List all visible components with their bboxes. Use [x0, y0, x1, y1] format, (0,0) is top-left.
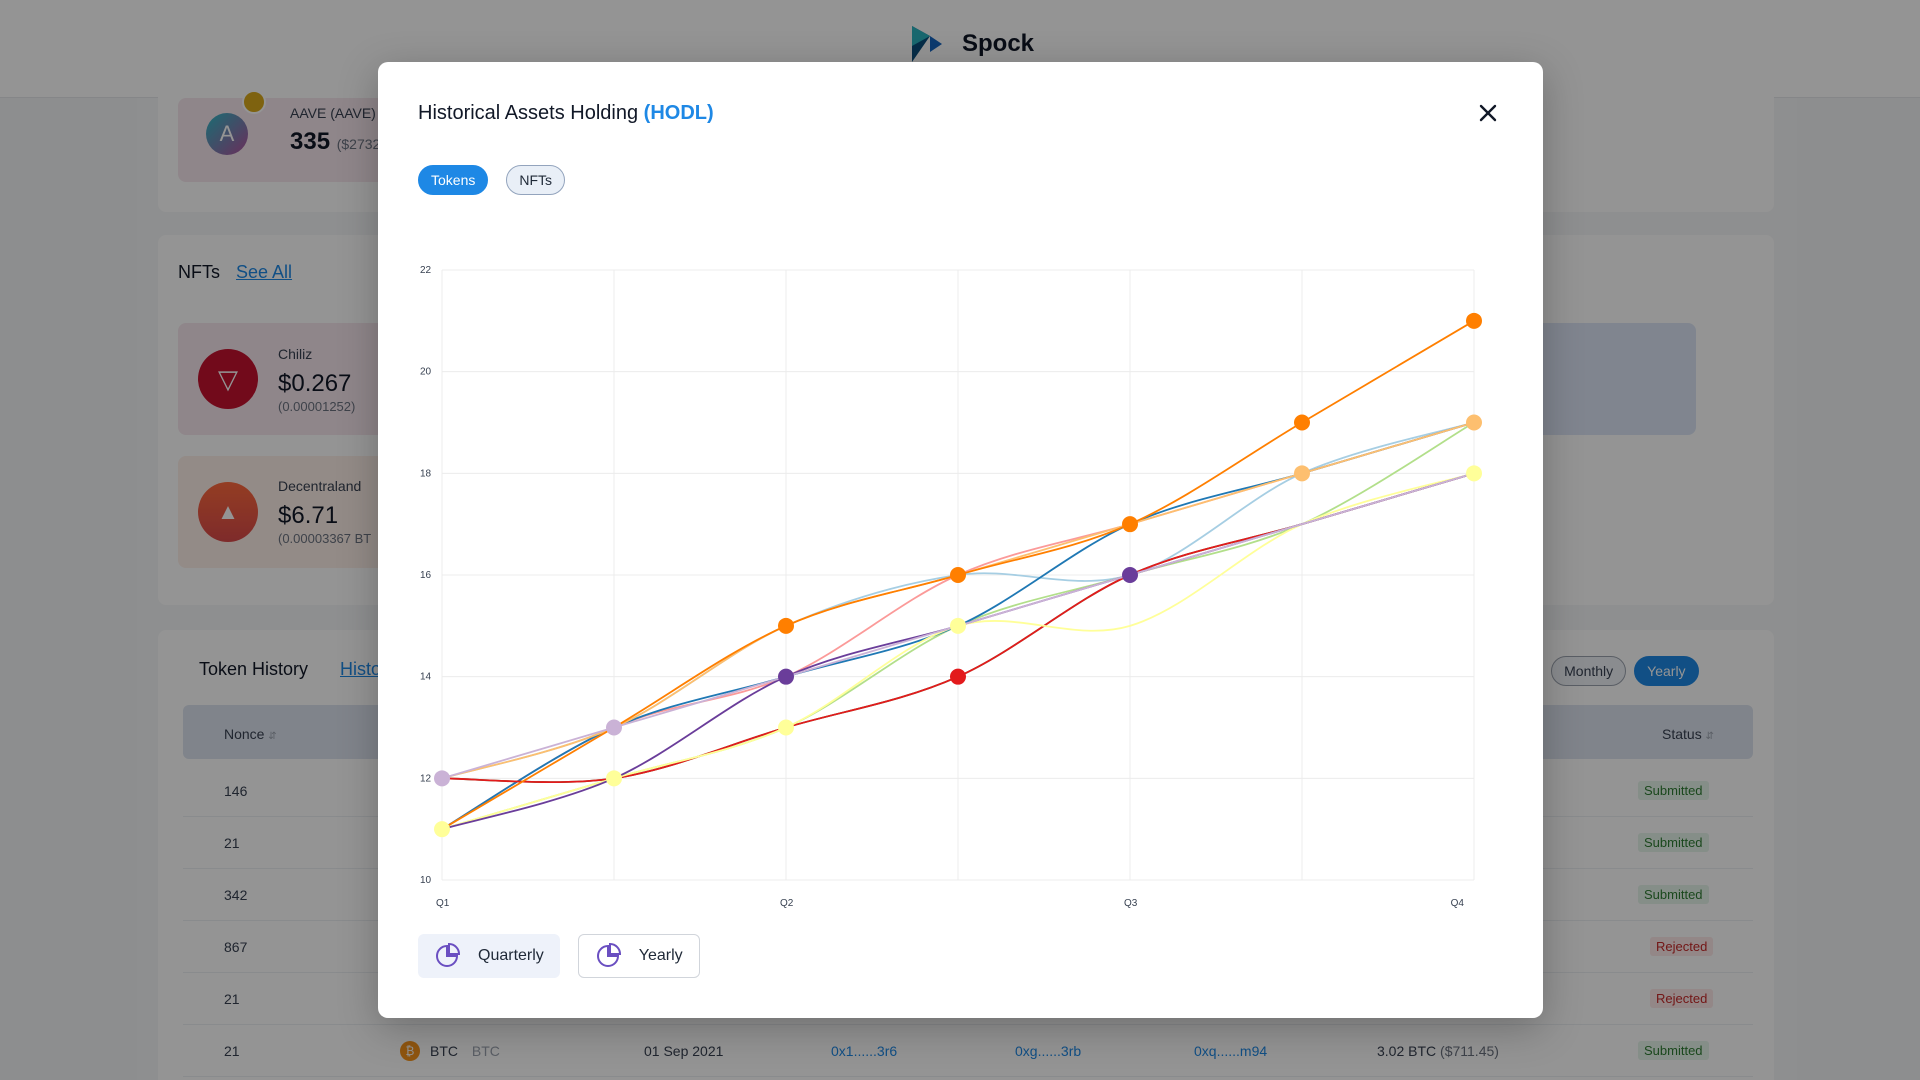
chart-period-buttons: Quarterly Yearly [418, 934, 700, 978]
close-icon [1479, 104, 1497, 122]
y-tick-label: 10 [420, 875, 432, 886]
data-point [1466, 312, 1482, 329]
y-tick-label: 12 [420, 773, 432, 784]
data-point [1466, 465, 1482, 482]
quarterly-label: Quarterly [478, 947, 544, 964]
tab-nfts[interactable]: NFTs [506, 165, 566, 195]
data-point [1466, 414, 1482, 431]
pie-chart-icon [436, 943, 460, 967]
data-point [778, 719, 794, 736]
data-point [1294, 414, 1310, 431]
close-button[interactable] [1473, 98, 1503, 128]
asset-type-tabs: Tokens NFTs [418, 165, 566, 195]
data-point [1294, 465, 1310, 482]
modal-title: Historical Assets Holding (HODL) [418, 102, 714, 124]
data-point [1122, 567, 1138, 583]
data-point [950, 668, 966, 685]
yearly-label: Yearly [638, 947, 683, 964]
x-tick-label: Q4 [1451, 898, 1465, 909]
y-tick-label: 18 [420, 468, 432, 479]
data-point [950, 617, 966, 634]
data-point [606, 719, 622, 736]
data-point [778, 668, 794, 685]
data-point [1122, 516, 1138, 533]
x-tick-label: Q1 [436, 898, 450, 909]
x-tick-label: Q2 [780, 898, 794, 909]
data-point [950, 567, 966, 583]
hodl-line-chart: 10 12 14 16 18 20 22 Q1 Q2 Q3 Q4 [420, 265, 1482, 909]
pie-chart-icon [596, 943, 621, 967]
quarterly-button[interactable]: Quarterly [418, 934, 560, 978]
hodl-modal: Historical Assets Holding (HODL) Tokens … [378, 62, 1543, 1018]
data-point [434, 821, 450, 838]
y-tick-label: 22 [420, 265, 432, 276]
tab-tokens[interactable]: Tokens [418, 165, 489, 195]
y-tick-label: 20 [420, 367, 432, 378]
yearly-button[interactable]: Yearly [577, 934, 700, 978]
y-tick-label: 16 [420, 570, 432, 581]
data-point [606, 770, 622, 787]
data-point [778, 617, 794, 634]
y-tick-label: 14 [420, 672, 432, 683]
x-tick-label: Q3 [1124, 898, 1138, 909]
modal-title-accent: (HODL) [643, 102, 714, 124]
data-point [434, 770, 450, 787]
